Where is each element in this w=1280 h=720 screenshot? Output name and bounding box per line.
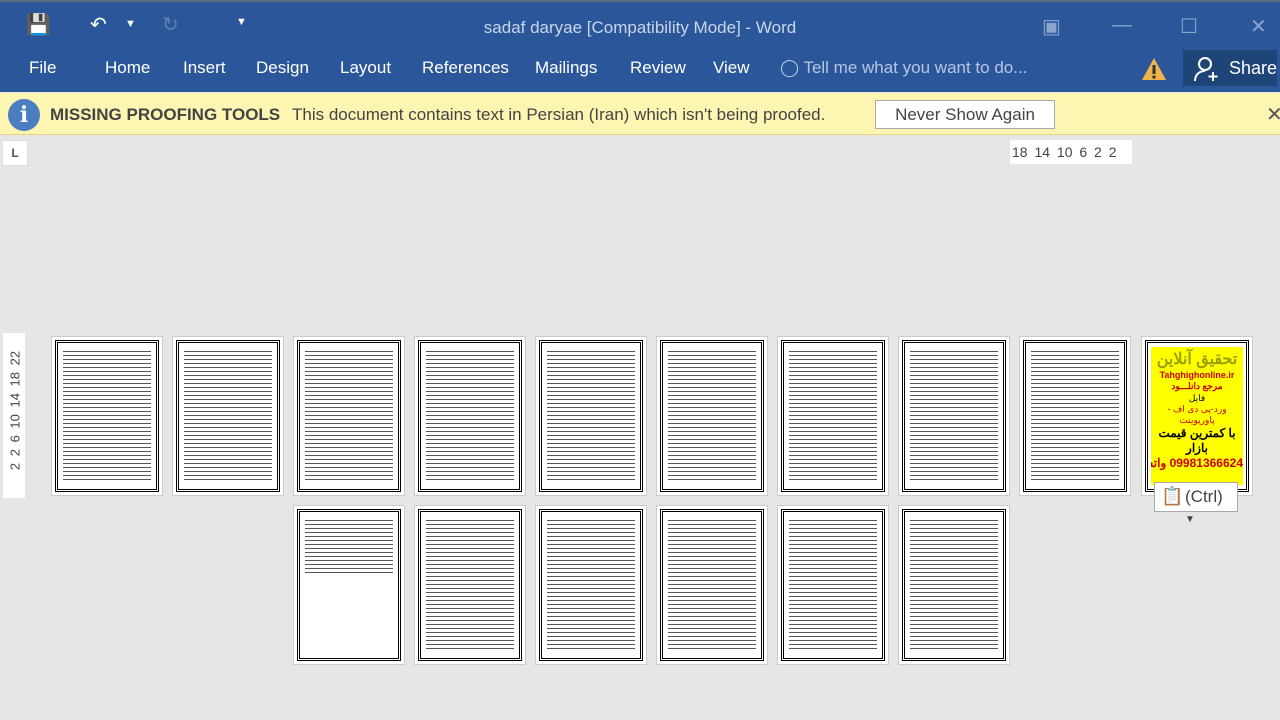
page-border (660, 509, 764, 661)
message-title: MISSING PROOFING TOOLS (50, 105, 281, 124)
page-thumbnail[interactable] (656, 336, 768, 496)
tell-me-search[interactable]: ◯ Tell me what you want to do... (780, 58, 1027, 78)
paste-options-label: (Ctrl) (1185, 487, 1223, 506)
ribbon-tabs: File Home Insert Design Layout Reference… (0, 48, 1280, 92)
tab-references[interactable]: References (422, 58, 509, 78)
page-thumbnail[interactable] (535, 505, 647, 665)
page-thumbnail[interactable] (293, 505, 405, 665)
add-person-icon (1194, 57, 1218, 82)
ad-line: فایل (1188, 392, 1206, 403)
clipboard-icon: 📋 (1161, 486, 1184, 506)
ad-line: با کمترین قیمت بازار (1158, 426, 1236, 456)
page-thumbnail[interactable] (1019, 336, 1131, 496)
page-border (297, 340, 401, 492)
page-border (55, 340, 159, 492)
page-text (789, 349, 877, 483)
page-text (426, 518, 514, 652)
tab-file[interactable]: File (29, 58, 56, 78)
page-text (63, 349, 151, 483)
tab-view[interactable]: View (713, 58, 750, 78)
page-thumbnail[interactable]: تحقیق آنلاین Tahghighonline.ir مرجع دانل… (1141, 336, 1253, 496)
tab-layout[interactable]: Layout (340, 58, 391, 78)
advertisement-image: تحقیق آنلاین Tahghighonline.ir مرجع دانل… (1151, 347, 1243, 485)
ad-line: ورد-پی دی اف - پاورپوینت (1167, 403, 1227, 425)
never-show-again-button[interactable]: Never Show Again (875, 100, 1055, 129)
ad-title: تحقیق آنلاین (1156, 351, 1238, 368)
page-thumbnail[interactable] (51, 336, 163, 496)
tell-me-text: Tell me what you want to do... (803, 58, 1028, 77)
ad-phone-line: 09981366624 واتساپ (1151, 456, 1243, 471)
page-thumbnail[interactable] (172, 336, 284, 496)
page-border (539, 340, 643, 492)
page-text (1031, 349, 1119, 483)
chevron-down-icon: ▼ (1185, 514, 1195, 525)
page-text (305, 349, 393, 483)
close-icon[interactable]: ✕ (1250, 14, 1267, 39)
page-thumbnail[interactable] (898, 505, 1010, 665)
page-border (297, 509, 401, 661)
horizontal-ruler[interactable]: 18 14 10 6 2 2 (1010, 140, 1132, 164)
page-thumbnail[interactable] (656, 505, 768, 665)
page-border (539, 509, 643, 661)
page-border (902, 509, 1006, 661)
tab-insert[interactable]: Insert (183, 58, 226, 78)
title-bar: 💾 ↶ ▼ ↻ ▼ sadaf daryae [Compatibility Mo… (0, 0, 1280, 48)
page-text (426, 349, 514, 483)
tab-mailings[interactable]: Mailings (535, 58, 597, 78)
message-text: This document contains text in Persian (… (292, 105, 826, 124)
lightbulb-icon: ◯ (780, 58, 800, 77)
tab-selector[interactable]: L (2, 140, 28, 166)
vertical-ruler-numbers: 2 2 6 10 14 18 22 (7, 350, 23, 471)
message-bar: i MISSING PROOFING TOOLS This document c… (0, 93, 1280, 135)
page-text (305, 518, 393, 575)
tab-review[interactable]: Review (630, 58, 686, 78)
page-text (184, 349, 272, 483)
page-text (789, 518, 877, 652)
page-text (668, 518, 756, 652)
ribbon-display-icon[interactable]: ▣ (1042, 14, 1061, 39)
page-text (547, 349, 635, 483)
page-text (910, 518, 998, 652)
page-thumbnail[interactable] (293, 336, 405, 496)
info-icon: i (8, 99, 40, 131)
page-thumbnail[interactable] (898, 336, 1010, 496)
tab-home[interactable]: Home (105, 58, 150, 78)
ad-line: مرجع دانلـــود (1171, 381, 1223, 392)
warning-icon[interactable] (1141, 57, 1167, 81)
page-thumbnail[interactable] (777, 336, 889, 496)
page-text (547, 518, 635, 652)
page-border (418, 340, 522, 492)
share-label: Share (1229, 58, 1278, 78)
page-border (418, 509, 522, 661)
minimize-icon[interactable]: — (1112, 14, 1132, 37)
page-border (781, 509, 885, 661)
page-thumbnail[interactable] (414, 336, 526, 496)
window-title: sadaf daryae [Compatibility Mode] - Word (483, 18, 797, 37)
page-border (660, 340, 764, 492)
page-text (668, 349, 756, 483)
page-border (176, 340, 280, 492)
maximize-icon[interactable]: ☐ (1180, 14, 1198, 39)
page-border (1023, 340, 1127, 492)
page-thumbnail[interactable] (777, 505, 889, 665)
page-text (910, 349, 998, 483)
paste-options-button[interactable]: 📋 (Ctrl) ▼ (1154, 482, 1238, 525)
ad-site: Tahghighonline.ir (1159, 370, 1235, 380)
tab-design[interactable]: Design (256, 58, 309, 78)
page-border (902, 340, 1006, 492)
page-thumbnail[interactable] (414, 505, 526, 665)
close-message-icon[interactable]: ✕ (1266, 102, 1280, 127)
vertical-ruler[interactable]: 2 2 6 10 14 18 22 (3, 333, 25, 498)
page-thumbnail[interactable] (535, 336, 647, 496)
page-border (781, 340, 885, 492)
share-button[interactable]: Share (1183, 50, 1277, 86)
